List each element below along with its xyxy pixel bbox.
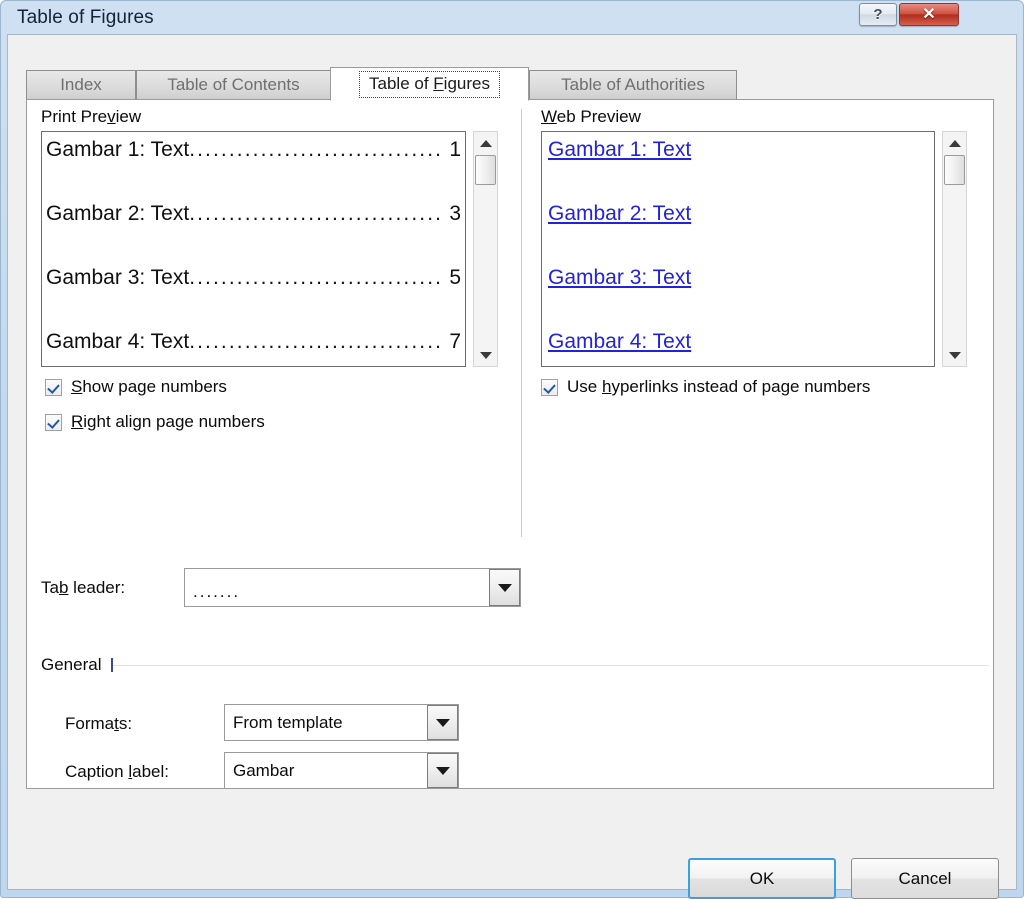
print-preview-row: Gambar 3: Text .........................… bbox=[46, 264, 461, 292]
ok-button-label: OK bbox=[750, 869, 775, 889]
formats-value: From template bbox=[225, 705, 427, 740]
scroll-up-icon[interactable] bbox=[943, 132, 966, 154]
tab-leader-label: Tab leader: bbox=[41, 578, 125, 598]
tab-index[interactable]: Index bbox=[26, 70, 136, 99]
tab-table-of-authorities[interactable]: Table of Authorities bbox=[529, 70, 737, 99]
web-preview-box[interactable]: Gambar 1: Text Gambar 2: Text Gambar 3: … bbox=[541, 131, 935, 367]
caption-label-label: Caption label: bbox=[65, 762, 169, 782]
print-preview-box[interactable]: Gambar 1: Text .........................… bbox=[41, 131, 466, 367]
tab-table-of-figures-label: Table of Figures bbox=[369, 74, 490, 93]
ok-button[interactable]: OK bbox=[688, 858, 836, 899]
dialog-window: Table of Figures ? ✕ Index Table of Cont… bbox=[0, 0, 1024, 898]
help-icon: ? bbox=[873, 7, 882, 22]
close-button[interactable]: ✕ bbox=[899, 3, 959, 26]
panel-divider bbox=[521, 109, 522, 537]
scroll-down-icon[interactable] bbox=[474, 344, 497, 366]
chevron-down-icon[interactable] bbox=[427, 705, 458, 740]
checkbox-right-align-page-numbers[interactable]: Right align page numbers bbox=[45, 412, 265, 432]
general-group-label: General bbox=[41, 655, 109, 675]
formats-label: Formats: bbox=[65, 714, 132, 734]
tab-table-of-contents-label: Table of Contents bbox=[167, 75, 299, 95]
print-preview-row: Gambar 4: Text .........................… bbox=[46, 328, 461, 356]
close-icon: ✕ bbox=[922, 7, 935, 23]
checkbox-show-page-numbers-label: Show page numbers bbox=[71, 377, 227, 397]
checkbox-icon[interactable] bbox=[45, 379, 62, 396]
tab-focus-rectangle: Table of Figures bbox=[359, 71, 500, 98]
checkbox-right-align-page-numbers-label: Right align page numbers bbox=[71, 412, 265, 432]
tab-index-label: Index bbox=[60, 75, 102, 95]
web-preview-label: Web Preview bbox=[541, 107, 641, 127]
print-preview-row: Gambar 2: Text .........................… bbox=[46, 200, 461, 228]
scrollbar-thumb[interactable] bbox=[944, 155, 965, 185]
tab-strip: Index Table of Contents Table of Figures… bbox=[26, 67, 994, 99]
print-preview-label: Print Preview bbox=[41, 107, 141, 127]
web-preview-link[interactable]: Gambar 1: Text bbox=[548, 138, 691, 162]
checkbox-use-hyperlinks[interactable]: Use hyperlinks instead of page numbers bbox=[541, 377, 870, 397]
print-preview-scrollbar[interactable] bbox=[473, 131, 498, 367]
tab-table-of-authorities-label: Table of Authorities bbox=[561, 75, 705, 95]
tab-table-of-contents[interactable]: Table of Contents bbox=[136, 70, 331, 99]
chevron-down-icon[interactable] bbox=[427, 753, 458, 788]
web-preview-link[interactable]: Gambar 3: Text bbox=[548, 266, 691, 290]
dialog-client-area: Index Table of Contents Table of Figures… bbox=[7, 34, 1017, 890]
caption-label-combobox[interactable]: Gambar bbox=[224, 752, 459, 789]
general-group-separator bbox=[113, 665, 989, 666]
tab-leader-value: ....... bbox=[185, 569, 489, 606]
checkbox-use-hyperlinks-label: Use hyperlinks instead of page numbers bbox=[567, 377, 870, 397]
checkbox-icon[interactable] bbox=[541, 379, 558, 396]
scrollbar-thumb[interactable] bbox=[475, 155, 496, 185]
caption-label-value: Gambar bbox=[225, 753, 427, 788]
web-preview-link[interactable]: Gambar 2: Text bbox=[548, 202, 691, 226]
web-preview-link[interactable]: Gambar 4: Text bbox=[548, 330, 691, 354]
chevron-down-icon[interactable] bbox=[489, 569, 520, 606]
formats-combobox[interactable]: From template bbox=[224, 704, 459, 741]
web-preview-scrollbar[interactable] bbox=[942, 131, 967, 367]
tab-table-of-figures[interactable]: Table of Figures bbox=[330, 67, 529, 101]
print-preview-row: Gambar 1: Text .........................… bbox=[46, 136, 461, 164]
help-button[interactable]: ? bbox=[859, 3, 897, 26]
checkbox-icon[interactable] bbox=[45, 414, 62, 431]
cancel-button-label: Cancel bbox=[899, 869, 952, 889]
title-bar: Table of Figures ? ✕ bbox=[1, 1, 1024, 35]
tab-leader-combobox[interactable]: ....... bbox=[184, 568, 521, 607]
scroll-down-icon[interactable] bbox=[943, 344, 966, 366]
window-title: Table of Figures bbox=[17, 7, 154, 29]
tab-panel-table-of-figures: Print Preview Gambar 1: Text ...........… bbox=[26, 99, 994, 789]
checkbox-show-page-numbers[interactable]: Show page numbers bbox=[45, 377, 227, 397]
cancel-button[interactable]: Cancel bbox=[851, 858, 999, 899]
scroll-up-icon[interactable] bbox=[474, 132, 497, 154]
